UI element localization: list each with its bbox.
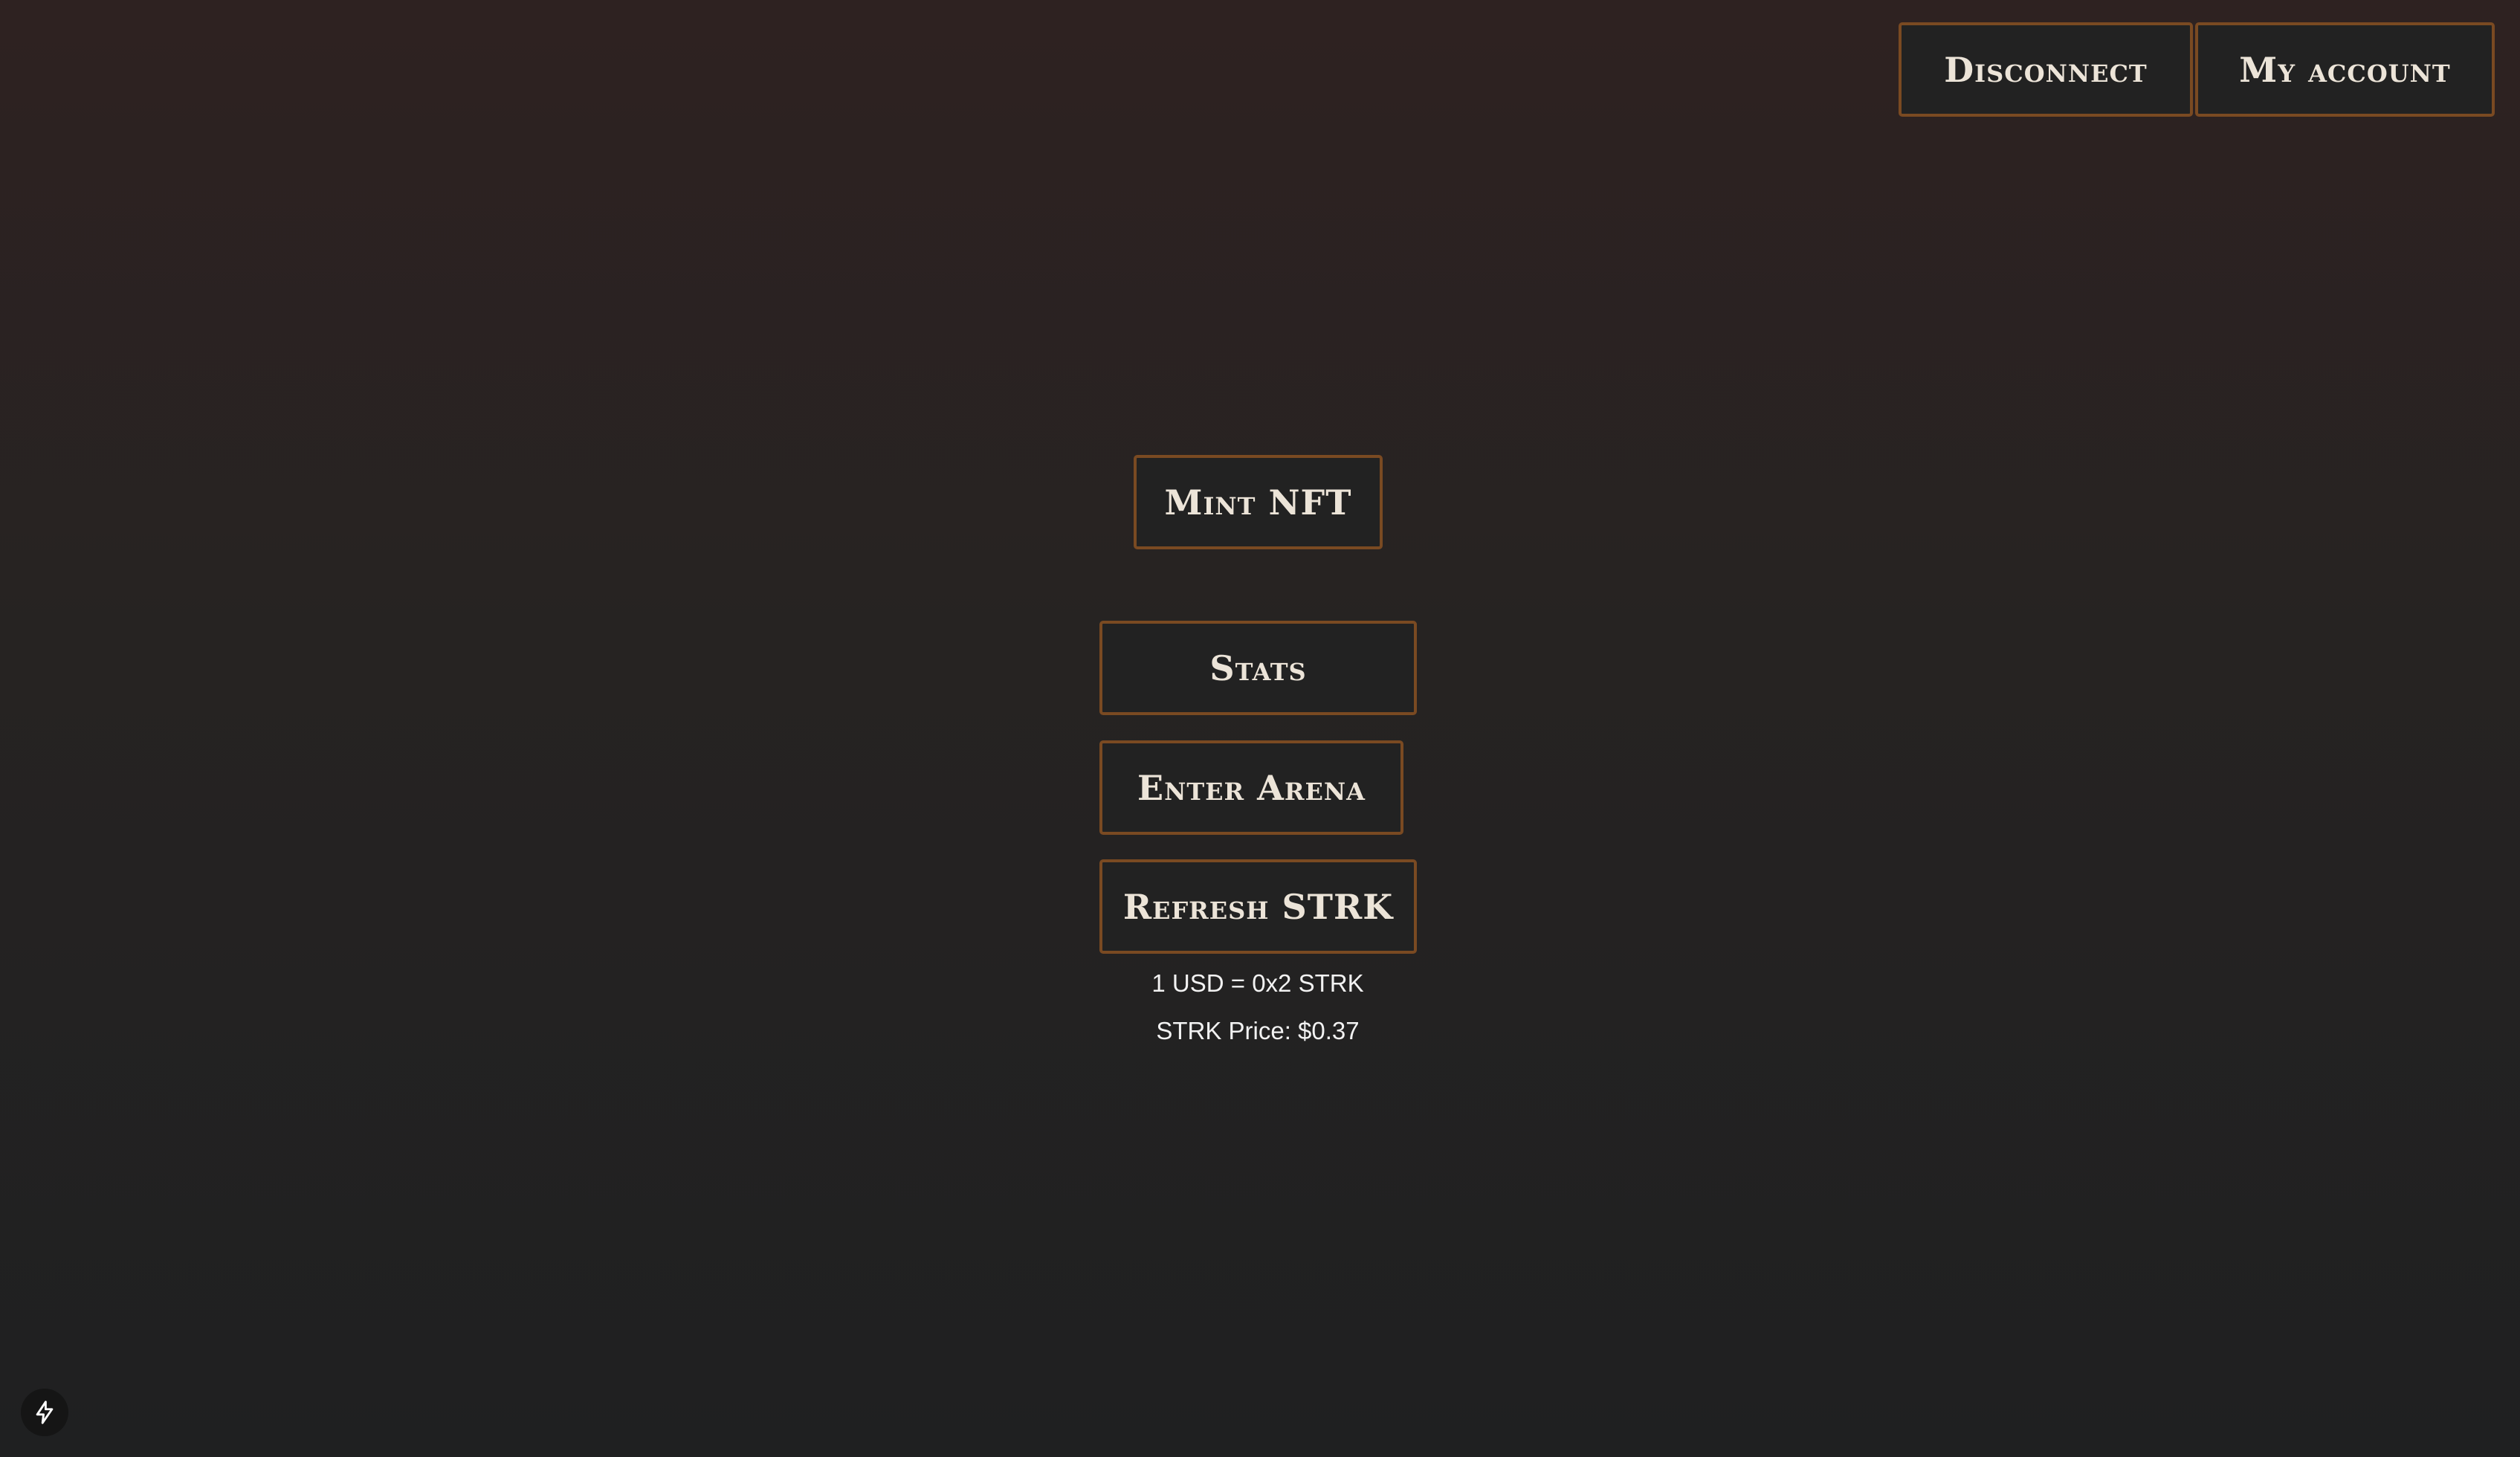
my-account-button[interactable]: My account <box>2195 22 2495 117</box>
lightning-bolt-icon[interactable] <box>21 1389 68 1436</box>
refresh-strk-button[interactable]: Refresh STRK <box>1099 859 1417 954</box>
conversion-rate-text: 1 USD = 0x2 STRK <box>1151 969 1364 997</box>
disconnect-button[interactable]: Disconnect <box>1899 22 2193 117</box>
strk-price-text: STRK Price: $0.37 <box>1156 1017 1360 1044</box>
enter-arena-button[interactable]: Enter Arena <box>1099 740 1403 835</box>
stats-button[interactable]: Stats <box>1099 621 1417 715</box>
mint-nft-button[interactable]: Mint NFT <box>1134 455 1383 549</box>
